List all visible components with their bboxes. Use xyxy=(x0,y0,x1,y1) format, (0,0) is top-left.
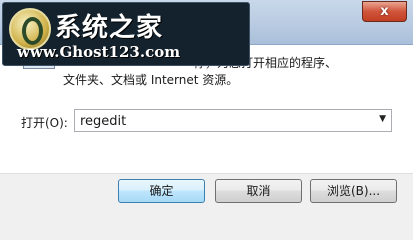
dropdown-arrow-icon[interactable]: ▼ xyxy=(379,114,386,124)
watermark-logo: 系统之家 www.Ghost123.com xyxy=(2,2,250,66)
close-icon: x xyxy=(380,4,389,19)
open-input[interactable]: regedit xyxy=(80,114,126,129)
watermark-title: 系统之家 xyxy=(55,13,164,43)
browse-button[interactable]: 浏览(B)... xyxy=(310,179,397,203)
open-combobox[interactable]: regedit ▼ xyxy=(74,109,392,132)
cancel-button[interactable]: 取消 xyxy=(215,179,302,203)
open-label: 打开(O): xyxy=(21,116,68,130)
close-button[interactable]: x xyxy=(362,1,407,22)
watermark-url: www.Ghost123.com xyxy=(17,43,181,61)
ok-button[interactable]: 确定 xyxy=(118,179,205,203)
description-line-2: 文件夹、文档或 Internet 资源。 xyxy=(63,73,239,87)
